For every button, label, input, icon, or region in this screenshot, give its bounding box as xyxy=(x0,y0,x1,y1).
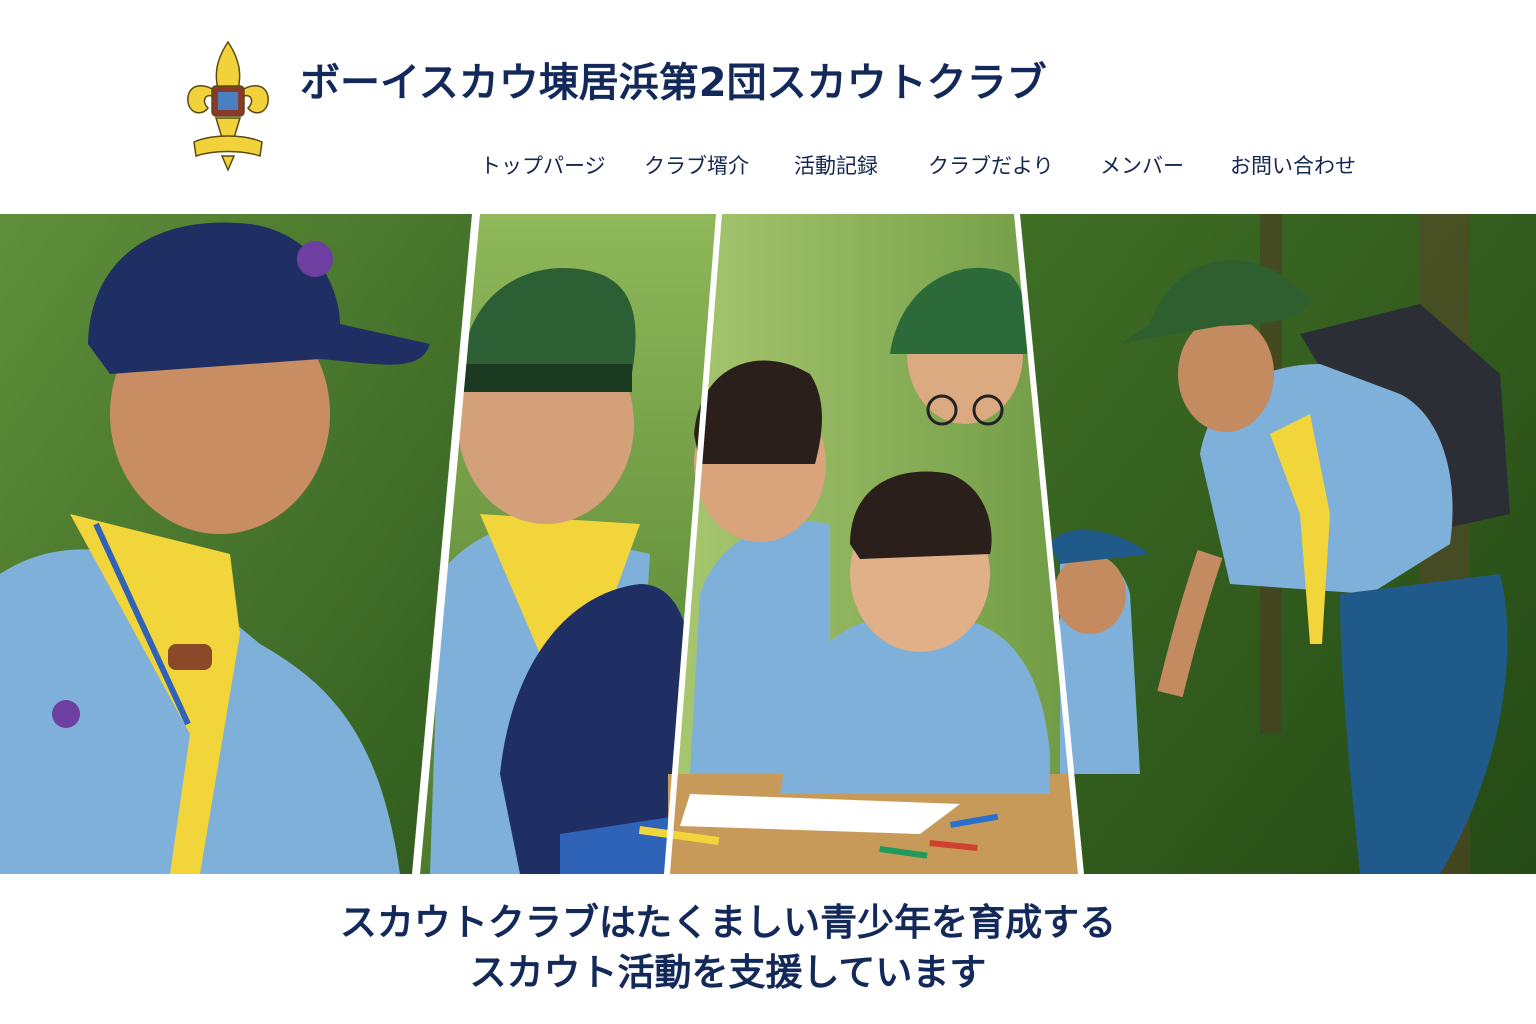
hero-collage xyxy=(0,214,1536,874)
nav-item-top[interactable]: トップパージ xyxy=(480,150,606,180)
nav-item-members[interactable]: メンバー xyxy=(1100,150,1184,180)
scout-leader-helping-child-photo xyxy=(1016,214,1536,874)
hero-collage-image xyxy=(0,214,1536,874)
tagline-line-2: スカウト活動を支援しています xyxy=(469,951,987,994)
site-header: ボーイスカウ埬居浜第2団スカウトクラブ トップパージ クラブ壻介 活動記録 クラ… xyxy=(0,0,1536,214)
nav-item-contact[interactable]: お問い合わせ xyxy=(1230,150,1356,180)
main-nav: トップパージ クラブ壻介 活動記録 クラブだより メンバー お問い合わせ xyxy=(0,150,1536,180)
site-title: ボーイスカウ埬居浜第2団スカウトクラブ xyxy=(300,60,1047,106)
scout-boy-navy-cap-photo xyxy=(0,214,478,874)
nav-item-news[interactable]: クラブだより xyxy=(928,150,1054,180)
nav-item-about[interactable]: クラブ壻介 xyxy=(644,150,749,180)
tagline-line-1: スカウトクラブはたくましい青少年を育成する xyxy=(339,901,1117,944)
tagline: スカウトクラブはたくましい青少年を育成する スカウト活動を支援しています xyxy=(0,898,1456,998)
nav-item-activities[interactable]: 活動記録 xyxy=(794,150,878,180)
